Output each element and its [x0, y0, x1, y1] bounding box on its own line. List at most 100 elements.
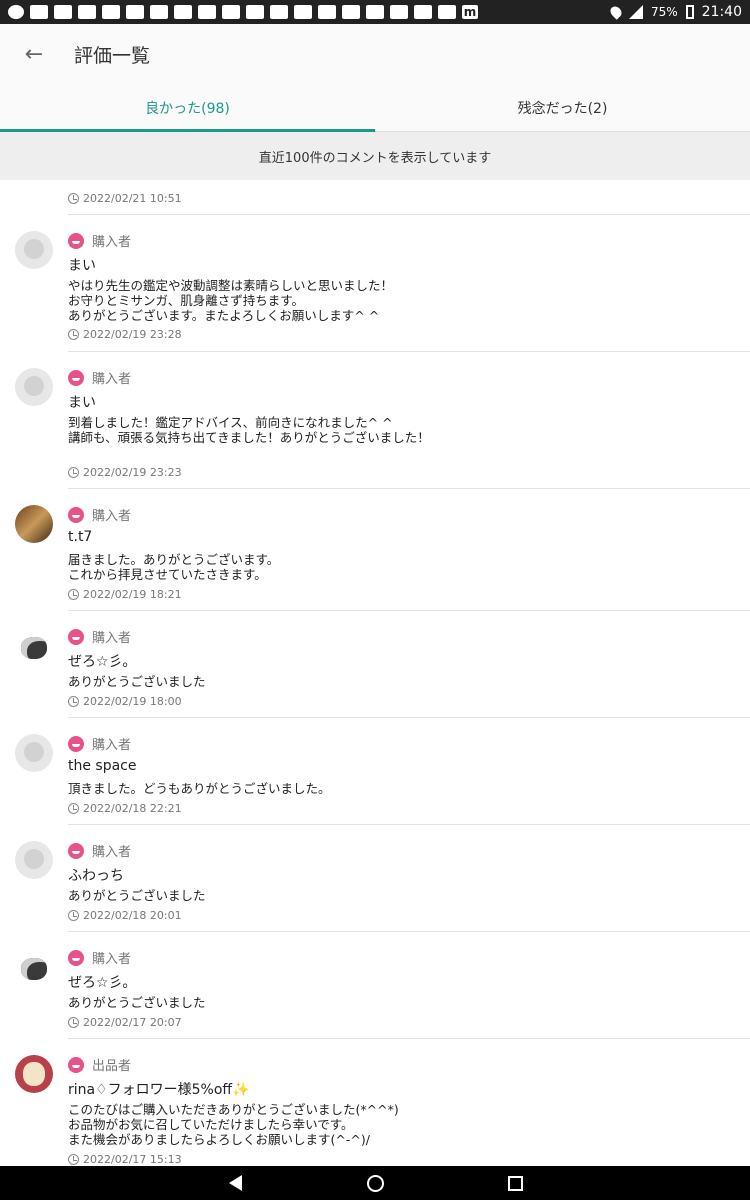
reviewer-name: ふわっち	[68, 868, 124, 884]
system-nav-bar	[0, 1166, 750, 1200]
review-date: 2022/02/18 22:21	[68, 802, 182, 815]
nav-home-button[interactable]	[365, 1173, 385, 1193]
clock-icon	[68, 193, 79, 204]
review-comment: ありがとうございました	[68, 995, 206, 1010]
notification-icon	[78, 5, 96, 19]
review-comment: 到着しました！鑑定アドバイス、前向きになれました^ ^ 講師も、頑張る気持ち出て…	[68, 415, 430, 445]
notification-icon	[54, 5, 72, 19]
notification-icon	[342, 5, 360, 19]
battery-level: 75%	[650, 5, 678, 19]
review-date: 2022/02/17 20:07	[68, 1016, 182, 1029]
review-item: 購入者 the space 頂きました。どうもありがとうございました。 2022…	[0, 718, 750, 825]
clock-icon	[68, 803, 79, 814]
notification-icon	[30, 5, 48, 19]
smile-icon	[68, 1056, 84, 1073]
back-button[interactable]: ←	[0, 24, 68, 84]
app-bar: ← 評価一覧	[0, 24, 750, 84]
tab-good[interactable]: 良かった(98)	[0, 84, 375, 132]
clock-icon	[68, 910, 79, 921]
notification-icons: m	[8, 5, 478, 19]
reviewer-role: 購入者	[68, 505, 131, 524]
default-avatar-icon[interactable]	[15, 368, 53, 406]
review-item: 購入者 ぜろ☆彡｡ ありがとうございました 2022/02/17 20:07	[0, 932, 750, 1039]
review-comment: このたびはご購入いただきありがとうございました(*^^*) お品物がお気に召して…	[68, 1102, 399, 1147]
default-avatar-icon[interactable]	[15, 841, 53, 879]
reviewer-role: 購入者	[68, 841, 131, 860]
reviewer-name: ぜろ☆彡｡	[68, 654, 130, 670]
notification-icon	[390, 5, 408, 19]
smile-icon	[68, 232, 84, 249]
review-item: 購入者 t.t7 届きました。ありがとうございます。 これから拝見させていたさき…	[0, 489, 750, 611]
location-icon	[608, 4, 624, 20]
notification-icon	[102, 5, 120, 19]
review-item: 購入者 ぜろ☆彡｡ ありがとうございました 2022/02/19 18:00	[0, 611, 750, 718]
tab-bad[interactable]: 残念だった(2)	[375, 84, 750, 131]
clock-icon	[68, 467, 79, 478]
clock-icon	[68, 329, 79, 340]
comment-notice: 直近100件のコメントを表示しています	[0, 132, 750, 180]
review-list[interactable]: 2022/02/21 10:51 購入者 まい やはり先生の鑑定や波動調整は素晴…	[0, 180, 750, 1166]
photo-avatar[interactable]	[15, 505, 53, 543]
smile-icon	[68, 842, 84, 859]
square-recents-icon	[507, 1175, 523, 1191]
review-date: 2022/02/19 18:21	[68, 588, 182, 601]
review-tabs: 良かった(98) 残念だった(2)	[0, 84, 750, 132]
reviewer-role: 出品者	[68, 1055, 131, 1074]
mercari-notification-icon: m	[462, 5, 478, 19]
nav-recents-button[interactable]	[505, 1173, 525, 1193]
app-notification-icon	[8, 5, 24, 19]
review-date: 2022/02/19 23:23	[68, 466, 182, 479]
notification-icon	[294, 5, 312, 19]
reviewer-role: 購入者	[68, 948, 131, 967]
reviewer-name: まい	[68, 258, 96, 274]
dog-avatar[interactable]	[15, 629, 53, 667]
smile-icon	[68, 735, 84, 752]
clock-icon	[68, 696, 79, 707]
notification-icon	[366, 5, 384, 19]
smile-icon	[68, 369, 84, 386]
review-item: 2022/02/21 10:51	[0, 180, 750, 215]
signal-icon	[628, 5, 643, 19]
review-item: 出品者 rina♢フォロワー様5%off✨ このたびはご購入いただきありがとうご…	[0, 1039, 750, 1166]
reviewer-name: rina♢フォロワー様5%off✨	[68, 1082, 250, 1098]
reviewer-name: t.t7	[68, 529, 93, 545]
reviewer-role: 購入者	[68, 734, 131, 753]
nav-back-button[interactable]	[225, 1173, 245, 1193]
clock-time: 21:40	[701, 4, 742, 20]
seller-avatar[interactable]	[15, 1055, 53, 1093]
review-date: 2022/02/19 23:28	[68, 328, 182, 341]
clock-icon	[68, 589, 79, 600]
notification-icon	[246, 5, 264, 19]
reviewer-role: 購入者	[68, 368, 131, 387]
default-avatar-icon[interactable]	[15, 734, 53, 772]
default-avatar-icon[interactable]	[15, 231, 53, 269]
reviewer-role: 購入者	[68, 627, 131, 646]
notification-icon	[198, 5, 216, 19]
battery-icon	[685, 5, 694, 19]
notification-icon	[438, 5, 456, 19]
page-title: 評価一覧	[74, 44, 151, 67]
review-comment: やはり先生の鑑定や波動調整は素晴らしいと思いました！ お守りとミサンガ、肌身離さ…	[68, 278, 394, 323]
reviewer-name: ぜろ☆彡｡	[68, 975, 130, 991]
triangle-back-icon	[228, 1175, 242, 1191]
notification-icon	[270, 5, 288, 19]
notification-icon	[150, 5, 168, 19]
arrow-left-icon: ←	[24, 41, 44, 67]
review-date: 2022/02/17 15:13	[68, 1153, 182, 1166]
clock-icon	[68, 1017, 79, 1028]
review-date: 2022/02/19 18:00	[68, 695, 182, 708]
smile-icon	[68, 628, 84, 645]
review-item: 購入者 まい やはり先生の鑑定や波動調整は素晴らしいと思いました！ お守りとミサ…	[0, 215, 750, 352]
status-bar: m 75% 21:40	[0, 0, 750, 24]
notification-icon	[126, 5, 144, 19]
notification-icon	[222, 5, 240, 19]
reviewer-name: the space	[68, 758, 137, 774]
reviewer-role: 購入者	[68, 231, 131, 250]
clock-icon	[68, 1154, 79, 1165]
review-date: 2022/02/18 20:01	[68, 909, 182, 922]
notification-icon	[174, 5, 192, 19]
review-comment: ありがとうございました	[68, 888, 206, 903]
dog-avatar[interactable]	[15, 950, 53, 988]
review-comment: 届きました。ありがとうございます。 これから拝見させていたさきます。	[68, 552, 280, 582]
reviewer-name: まい	[68, 395, 96, 411]
